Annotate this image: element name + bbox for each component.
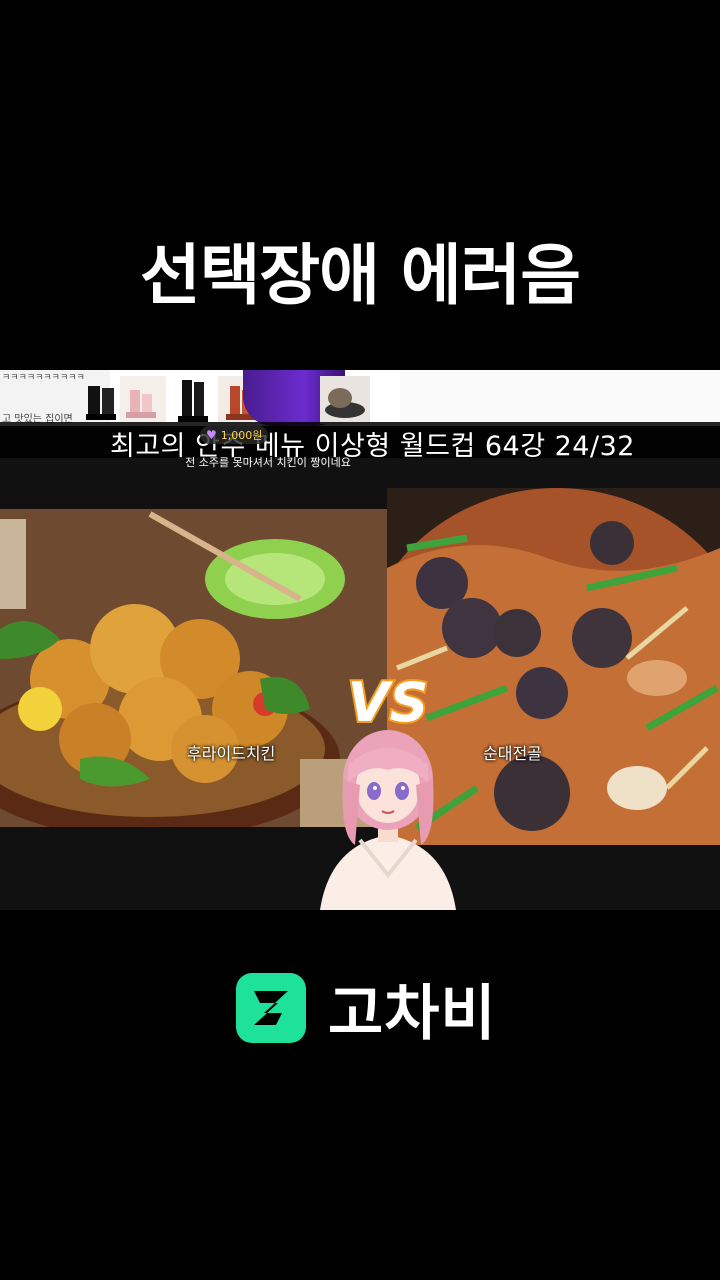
donation-amount: 1,000원 [220,429,263,442]
ad-strip: ㅋㅋㅋㅋㅋㅋㅋㅋㅋㅋ 고 맛있는 집이면 [0,370,720,426]
stream-frame: ㅋㅋㅋㅋㅋㅋㅋㅋㅋㅋ 고 맛있는 집이면 최고의 안주 메뉴 이상형 월드컵 6… [0,370,720,910]
brand-name: 고차비 [328,978,497,1049]
worldcup-title-bar: 최고의 안주 메뉴 이상형 월드컵 64강 24/32 [0,422,720,462]
vtuber-avatar [320,730,456,910]
pink-boot-ad-image[interactable] [120,376,166,424]
sneaker-ad-image[interactable] [320,376,370,424]
donation-badge: ♥ 1,000원 [200,426,269,444]
brand-logo: 고차비 [236,972,497,1049]
black-boot-ad-image[interactable] [172,376,214,424]
caption-title: 선택장애 에러음 [139,237,581,314]
ad-ticker-top-text: ㅋㅋㅋㅋㅋㅋㅋㅋㅋㅋ [2,373,85,383]
left-food-label: 후라이드치킨 [187,744,276,763]
chat-message-text: 전 소주를 못마셔서 치킨이 짱이네요 [185,456,351,469]
ad-banner[interactable] [400,370,720,426]
heart-icon: ♥ [206,428,217,442]
lightning-z-icon [236,973,306,1043]
boot-ad-image[interactable] [82,376,124,424]
right-food-label: 순대전골 [483,744,542,763]
chat-message: 전 소주를 못마셔서 치킨이 짱이네요 [0,454,720,470]
